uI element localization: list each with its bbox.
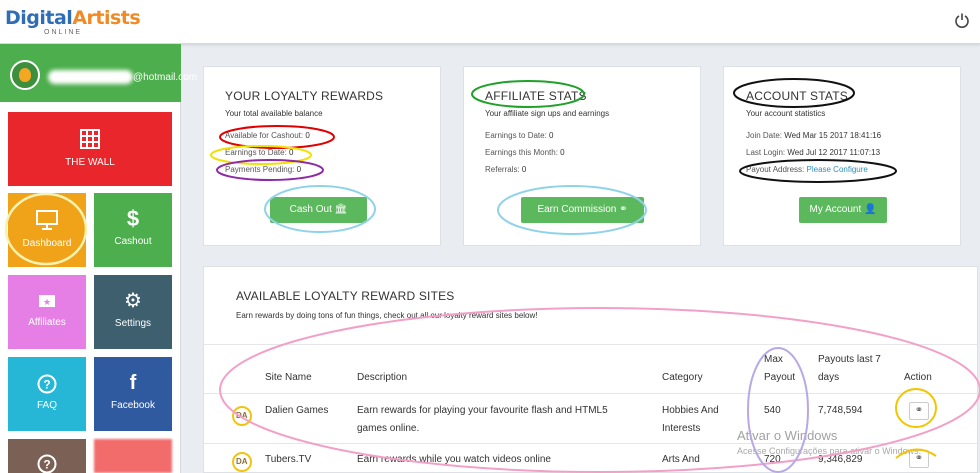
site-description-2: games online. bbox=[357, 423, 420, 434]
col-description: Description bbox=[357, 372, 408, 383]
question-icon: ? bbox=[37, 454, 57, 473]
site-logo-icon: DA bbox=[232, 406, 252, 426]
affiliate-subtitle: Your affiliate sign ups and earnings bbox=[485, 109, 610, 118]
sidebar-item-faq[interactable]: ? FAQ bbox=[8, 357, 86, 431]
sidebar-item-facebook[interactable]: f Facebook bbox=[94, 357, 172, 431]
my-account-button[interactable]: My Account 👤 bbox=[799, 197, 887, 223]
sidebar-item-label: Settings bbox=[114, 318, 152, 329]
account-subtitle: Your account statistics bbox=[746, 109, 826, 118]
site-description-1: Earn rewards for playing your favourite … bbox=[357, 405, 608, 416]
cash-out-button[interactable]: Cash Out 🏛 bbox=[270, 197, 367, 223]
site-max-payout: 540 bbox=[764, 405, 781, 416]
col-payouts-1: Payouts last 7 bbox=[818, 354, 881, 365]
user-icon: 👤 bbox=[864, 204, 877, 215]
last-login: Last Login: Wed Jul 12 2017 11:07:13 bbox=[746, 148, 881, 157]
site-link-button[interactable]: ⚭ bbox=[909, 402, 929, 420]
affiliate-stats-card: AFFILIATE STATS Your affiliate sign ups … bbox=[463, 66, 701, 246]
power-icon[interactable] bbox=[954, 12, 970, 28]
account-title: ACCOUNT STATS bbox=[746, 89, 848, 103]
table-row: DA Dalien Games Earn rewards for playing… bbox=[204, 393, 979, 443]
col-category: Category bbox=[662, 372, 703, 383]
payments-pending: Payments Pending: 0 bbox=[225, 165, 302, 174]
sidebar-item-partial-2[interactable] bbox=[94, 439, 172, 473]
site-payouts: 7,748,594 bbox=[818, 405, 863, 416]
top-bar: DigitalArtists ONLINE bbox=[0, 0, 980, 44]
logo-subtitle: ONLINE bbox=[44, 29, 83, 36]
earn-commission-button[interactable]: Earn Commission ⚭ bbox=[521, 197, 644, 223]
site-description-1: Earn rewards while you watch videos onli… bbox=[357, 454, 551, 465]
sidebar-item-label: Cashout bbox=[114, 236, 152, 247]
sidebar-item-label: FAQ bbox=[36, 400, 57, 411]
join-date: Join Date: Wed Mar 15 2017 18:41:16 bbox=[746, 131, 882, 140]
site-name[interactable]: Dalien Games bbox=[265, 405, 328, 416]
facebook-icon: f bbox=[129, 372, 137, 394]
user-panel: @hotmail.com bbox=[0, 44, 197, 102]
sites-title: AVAILABLE LOYALTY REWARD SITES bbox=[236, 289, 455, 303]
affiliate-referrals: Referrals: 0 bbox=[485, 165, 527, 174]
loyalty-sites-card: AVAILABLE LOYALTY REWARD SITES Earn rewa… bbox=[203, 266, 979, 473]
affiliate-earnings-to-date: Earnings to Date: 0 bbox=[485, 131, 554, 140]
svg-text:?: ? bbox=[43, 458, 50, 472]
col-site-name: Site Name bbox=[265, 372, 312, 383]
col-payouts-2: days bbox=[818, 372, 840, 383]
table-header-row: Site Name Description Category Max Payou… bbox=[204, 344, 979, 394]
site-category-2: Interests bbox=[662, 423, 701, 434]
affiliate-earnings-month: Earnings this Month: 0 bbox=[485, 148, 565, 157]
sidebar-item-label: Dashboard bbox=[22, 238, 72, 249]
question-icon: ? bbox=[37, 374, 57, 394]
affiliate-title: AFFILIATE STATS bbox=[485, 89, 587, 103]
earnings-to-date: Earnings to Date: 0 bbox=[225, 148, 294, 157]
email-redaction bbox=[48, 70, 133, 84]
col-max-payout-2: Payout bbox=[764, 372, 796, 383]
grid-icon bbox=[80, 129, 100, 149]
loyalty-subtitle: Your total available balance bbox=[225, 109, 323, 118]
sidebar-item-label: Facebook bbox=[111, 400, 155, 411]
payout-address: Payout Address: Please Configure bbox=[746, 165, 868, 174]
sidebar: @hotmail.com THE WALL Dashboard $ Cashou… bbox=[0, 44, 197, 473]
sidebar-item-label: THE WALL bbox=[65, 157, 115, 168]
sidebar-item-partial[interactable]: ? bbox=[8, 439, 86, 473]
account-stats-card: ACCOUNT STATS Your account statistics Jo… bbox=[723, 66, 961, 246]
sites-subtitle: Earn rewards by doing tons of fun things… bbox=[236, 311, 538, 320]
svg-text:★: ★ bbox=[43, 297, 51, 307]
bank-icon: 🏛 bbox=[334, 204, 348, 215]
site-category-1: Arts And bbox=[662, 454, 700, 465]
user-email: @hotmail.com bbox=[133, 72, 198, 83]
link-icon: ⚭ bbox=[914, 405, 924, 416]
logo[interactable]: DigitalArtists bbox=[5, 7, 141, 29]
col-action: Action bbox=[904, 372, 932, 383]
windows-watermark-title: Ativar o Windows bbox=[737, 428, 838, 443]
col-max-payout-1: Max bbox=[764, 354, 783, 365]
site-logo-icon: DA bbox=[232, 452, 252, 472]
site-category-1: Hobbies And bbox=[662, 405, 719, 416]
gear-icon: ⚙ bbox=[124, 290, 142, 312]
dollar-icon: $ bbox=[126, 206, 140, 231]
link-icon: ⚭ bbox=[619, 204, 628, 215]
site-name[interactable]: Tubers.TV bbox=[265, 454, 311, 465]
sidebar-item-affiliates[interactable]: ★ Affiliates bbox=[8, 275, 86, 349]
sidebar-item-settings[interactable]: ⚙ Settings bbox=[94, 275, 172, 349]
loyalty-title: YOUR LOYALTY REWARDS bbox=[225, 89, 384, 103]
windows-watermark-text: Acesse Configurações para ativar o Windo… bbox=[737, 446, 922, 456]
please-configure-link[interactable]: Please Configure bbox=[807, 165, 868, 174]
monitor-icon bbox=[36, 210, 58, 230]
sidebar-item-the-wall[interactable]: THE WALL bbox=[8, 112, 172, 186]
loyalty-rewards-card: YOUR LOYALTY REWARDS Your total availabl… bbox=[203, 66, 441, 246]
sidebar-item-cashout[interactable]: $ Cashout bbox=[94, 193, 172, 267]
sidebar-item-label: Affiliates bbox=[28, 317, 66, 328]
ticket-icon: ★ bbox=[39, 295, 55, 307]
sidebar-item-dashboard[interactable]: Dashboard bbox=[8, 193, 86, 267]
svg-text:?: ? bbox=[43, 378, 50, 392]
available-cashout: Available for Cashout: 0 bbox=[225, 131, 310, 140]
avatar[interactable] bbox=[10, 60, 40, 90]
